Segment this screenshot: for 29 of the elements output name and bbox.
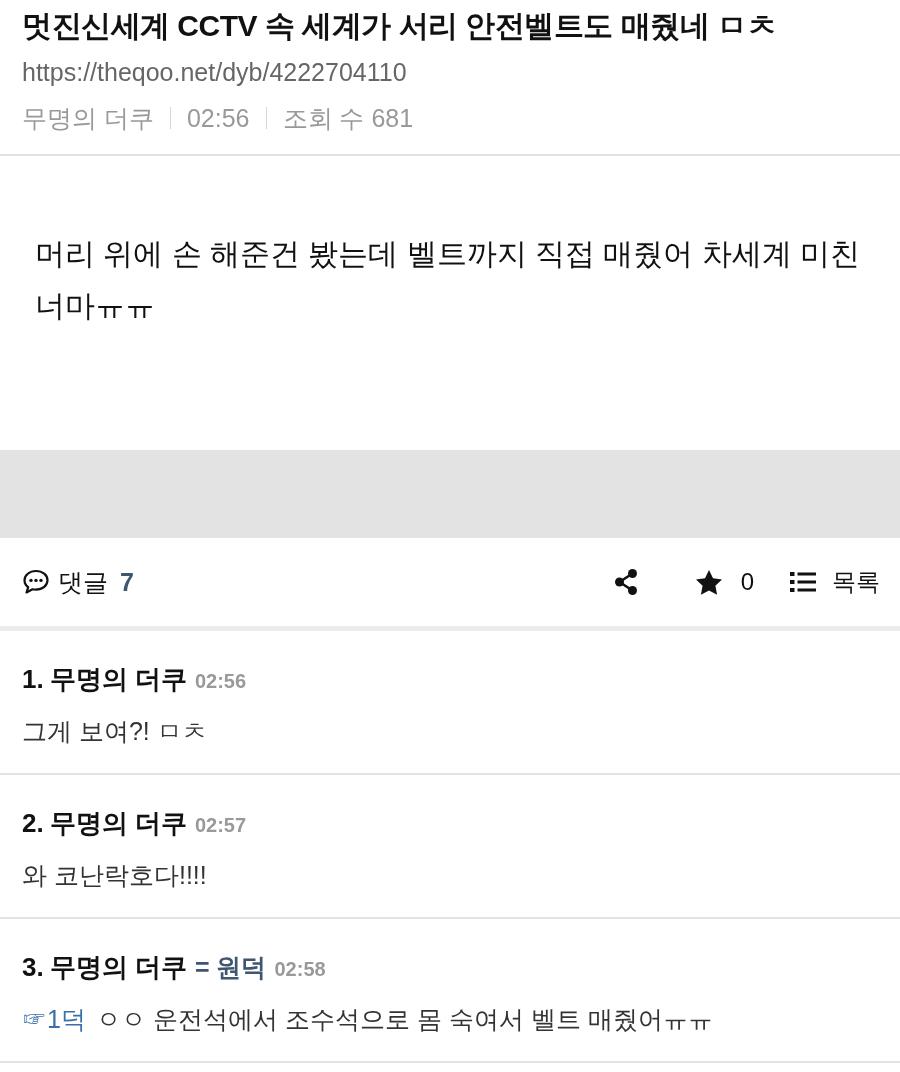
comment-number: 3. <box>22 951 44 984</box>
author-tag: = 원덕 <box>194 947 267 987</box>
view-count: 조회 수 681 <box>282 103 414 134</box>
post-time: 02:56 <box>186 103 250 134</box>
comment-number: 2. <box>22 807 44 840</box>
post-url[interactable]: https://theqoo.net/dyb/4222704110 <box>22 48 878 96</box>
comment-author: 무명의 더쿠 <box>49 807 187 840</box>
list-button[interactable]: 목록 <box>790 566 880 598</box>
comment-time: 02:56 <box>194 669 247 694</box>
post-title: 멋진신세계 CCTV 속 세계가 서리 안전벨트도 매줬네 ㅁㅊ <box>22 8 777 44</box>
post-author: 무명의 더쿠 <box>22 103 154 134</box>
comment-time: 02:57 <box>194 813 247 838</box>
comments-label: 댓글 <box>58 566 108 598</box>
list-icon <box>790 572 816 592</box>
comment-count: 7 <box>120 567 134 597</box>
comment-author: 무명의 더쿠 <box>49 951 187 984</box>
star-icon <box>694 568 723 596</box>
star-button[interactable]: 0 <box>694 568 754 596</box>
share-button[interactable] <box>612 568 639 596</box>
post-body: 머리 위에 손 해준건 봤는데 벨트까지 직접 매줬어 차세계 미친 너마ㅠㅠ <box>35 236 861 324</box>
share-icon <box>612 568 639 596</box>
comment-text: ㅇㅇ 운전석에서 조수석으로 몸 숙여서 벨트 매줬어ㅠㅠ <box>95 1004 713 1035</box>
comment-time: 02:58 <box>274 957 326 982</box>
comment-author: 무명의 더쿠 <box>49 663 187 696</box>
comment-icon <box>22 569 50 595</box>
comment-text: 그게 보여?! ㅁㅊ <box>22 716 207 747</box>
reply-link[interactable]: ☞1덕 <box>22 995 86 1043</box>
comment-text: 와 코난락호다!!!! <box>22 860 207 891</box>
comment-number: 1. <box>22 663 44 696</box>
